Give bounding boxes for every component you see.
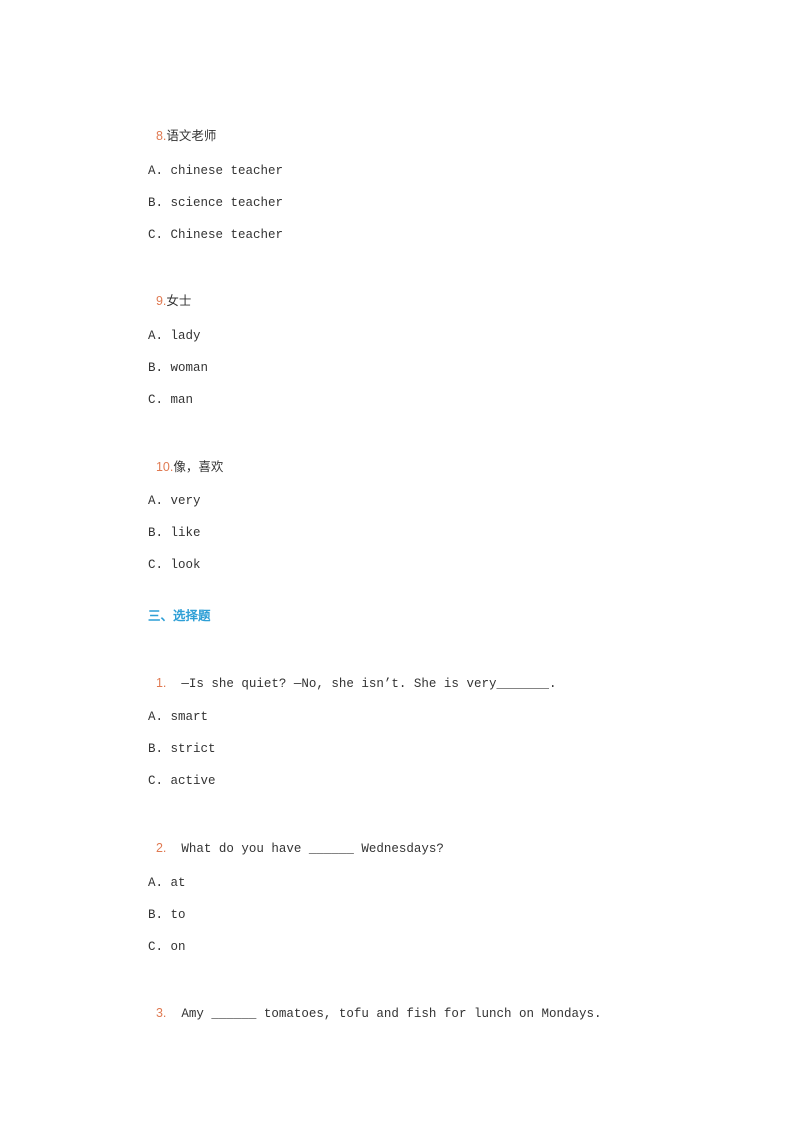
option-b: B. science teacher bbox=[148, 196, 284, 210]
option-b: B. woman bbox=[148, 361, 209, 375]
question-10: 10.像，喜欢 bbox=[148, 443, 223, 475]
question-text: Amy ______ tomatoes, tofu and fish for l… bbox=[166, 1007, 602, 1021]
question-number: 3. bbox=[155, 1006, 167, 1020]
option-b: B. to bbox=[148, 908, 186, 922]
option-c: C. look bbox=[148, 558, 201, 572]
choice-question-2: 2. What do you have ______ Wednesdays? bbox=[148, 824, 444, 857]
option-a: A. lady bbox=[148, 329, 201, 343]
question-text: —Is she quiet? —No, she isn’t. She is ve… bbox=[166, 677, 557, 691]
option-a: A. at bbox=[148, 876, 186, 890]
question-number: 8. bbox=[155, 129, 167, 143]
option-b: B. strict bbox=[148, 742, 216, 756]
question-9: 9.女士 bbox=[148, 277, 191, 309]
option-c: C. on bbox=[148, 940, 186, 954]
option-c: C. man bbox=[148, 393, 194, 407]
option-c: C. Chinese teacher bbox=[148, 228, 284, 242]
option-c: C. active bbox=[148, 774, 216, 788]
choice-question-1: 1. —Is she quiet? —No, she isn’t. She is… bbox=[148, 659, 557, 692]
option-b: B. like bbox=[148, 526, 201, 540]
question-number: 1. bbox=[155, 676, 167, 690]
choice-question-3: 3. Amy ______ tomatoes, tofu and fish fo… bbox=[148, 989, 602, 1022]
question-number: 10. bbox=[155, 460, 174, 474]
question-prompt: 语文老师 bbox=[166, 128, 217, 143]
question-text: What do you have ______ Wednesdays? bbox=[166, 842, 444, 856]
question-number: 9. bbox=[155, 294, 167, 308]
question-8: 8.语文老师 bbox=[148, 112, 216, 144]
option-a: A. smart bbox=[148, 710, 209, 724]
option-a: A. chinese teacher bbox=[148, 164, 284, 178]
question-prompt: 像，喜欢 bbox=[173, 459, 224, 474]
section-title: 三、选择题 bbox=[148, 608, 211, 623]
question-number: 2. bbox=[155, 841, 167, 855]
question-prompt: 女士 bbox=[166, 293, 192, 308]
option-a: A. very bbox=[148, 494, 201, 508]
